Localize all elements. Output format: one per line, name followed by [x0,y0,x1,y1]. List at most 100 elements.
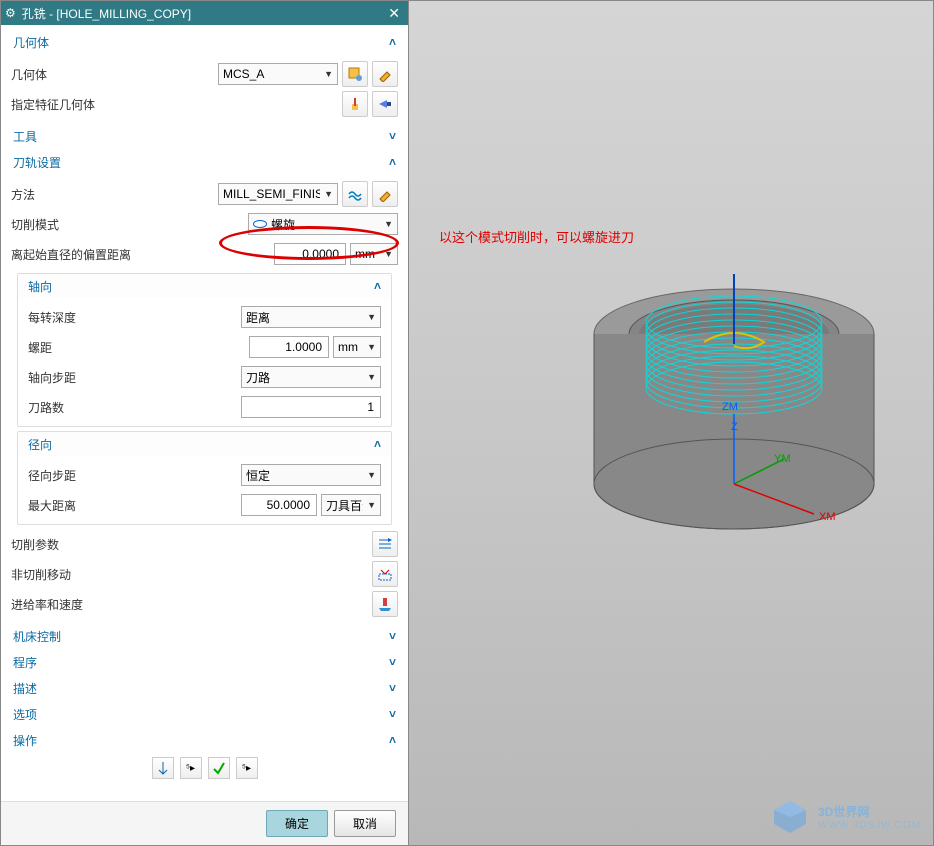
max-dist-input[interactable] [241,494,317,516]
watermark: 3D世界网 WWW.3DSJW.COM [770,797,921,837]
content-area: 几何体 ˄ 几何体 MCS_A ▼ 指定特征几何体 工具 ˅ [1,25,408,801]
pitch-label: 螺距 [28,339,245,356]
chevron-down-icon: ˅ [389,707,396,721]
method-wrench-icon[interactable] [372,181,398,207]
method-edit-icon[interactable] [342,181,368,207]
section-tool-header[interactable]: 工具 ˅ [1,123,408,149]
chevron-down-icon: ▼ [324,189,333,199]
section-actions-header[interactable]: 操作 ˄ [1,727,408,753]
axial-step-dropdown[interactable]: 刀路 ▼ [241,366,381,388]
axis-zm: ZM [722,401,738,413]
chevron-down-icon: ˅ [389,681,396,695]
chevron-down-icon: ▼ [384,219,393,229]
chevron-up-icon: ˄ [374,279,381,293]
chevron-down-icon: ▼ [324,69,333,79]
offset-unit-dropdown[interactable]: mm ▼ [350,243,398,265]
cut-params-label: 切削参数 [11,536,368,553]
watermark-text: 3D世界网 [818,805,869,819]
axial-step-label: 轴向步距 [28,369,237,386]
axis-z: Z [731,421,738,433]
watermark-logo-icon [770,797,810,837]
section-path-body: 方法 MILL_SEMI_FINISH ▼ 切削模式 螺旋 ▼ 离起始直径的偏置… [1,175,408,623]
chevron-down-icon: ▼ [367,470,376,480]
replay-icon[interactable]: ⁵▸ [180,757,202,779]
cutmode-dropdown[interactable]: 螺旋 ▼ [248,213,398,235]
radial-title: 径向 [28,436,374,453]
per-rev-dropdown[interactable]: 距离 ▼ [241,306,381,328]
select-feature-icon[interactable] [342,91,368,117]
noncut-button[interactable] [372,561,398,587]
spiral-icon [253,220,267,228]
geometry-dropdown[interactable]: MCS_A ▼ [218,63,338,85]
feedspeed-label: 进给率和速度 [11,596,368,613]
chevron-down-icon: ˅ [389,655,396,669]
axial-subsection: 轴向 ˄ 每转深度 距离 ▼ 螺距 mm [17,273,392,427]
section-path-title: 刀轨设置 [13,154,389,171]
axis-xm: XM [819,511,836,523]
cancel-button[interactable]: 取消 [334,810,396,837]
3d-viewport[interactable]: 以这个模式切削时，可以螺旋进刀 ZM Z YM XM 3D世界网 WWW.3DS… [409,0,934,846]
section-actions-title: 操作 [13,732,389,749]
section-options-title: 选项 [13,706,389,723]
window-title: 孔铣 - [HOLE_MILLING_COPY] [22,5,385,22]
axis-ym: YM [774,453,791,465]
cut-params-button[interactable] [372,531,398,557]
chevron-down-icon: ▼ [384,249,393,259]
chevron-up-icon: ˄ [374,437,381,451]
method-dropdown[interactable]: MILL_SEMI_FINISH ▼ [218,183,338,205]
chevron-up-icon: ˄ [389,155,396,169]
section-options-header[interactable]: 选项 ˅ [1,701,408,727]
chevron-down-icon: ˅ [389,629,396,643]
passes-input[interactable] [241,396,381,418]
close-icon[interactable]: ✕ [384,5,404,22]
button-row: 确定 取消 [1,801,408,845]
offset-input[interactable] [274,243,346,265]
section-geometry-title: 几何体 [13,34,389,51]
section-description-header[interactable]: 描述 ˅ [1,675,408,701]
ok-button[interactable]: 确定 [266,810,328,837]
cutmode-label: 切削模式 [11,216,244,233]
verify-icon[interactable] [208,757,230,779]
dialog-panel: ⚙ 孔铣 - [HOLE_MILLING_COPY] ✕ 几何体 ˄ 几何体 M… [0,0,409,846]
annotation-text: 以这个模式切削时，可以螺旋进刀 [439,227,634,246]
radial-step-label: 径向步距 [28,467,237,484]
per-rev-label: 每转深度 [28,309,237,326]
section-program-header[interactable]: 程序 ˅ [1,649,408,675]
flashlight-icon[interactable] [372,91,398,117]
list-icon[interactable]: ⁵▸ [236,757,258,779]
max-dist-label: 最大距离 [28,497,237,514]
chevron-down-icon: ▼ [367,342,376,352]
axial-header[interactable]: 轴向 ˄ [18,274,391,298]
section-description-title: 描述 [13,680,389,697]
section-tool-title: 工具 [13,128,389,145]
section-machine-header[interactable]: 机床控制 ˅ [1,623,408,649]
action-icons-row: ⁵▸ ⁵▸ [1,753,408,783]
axial-title: 轴向 [28,278,374,295]
max-dist-unit-dropdown[interactable]: 刀具百分 ▼ [321,494,381,516]
section-machine-title: 机床控制 [13,628,389,645]
radial-header[interactable]: 径向 ˄ [18,432,391,456]
chevron-down-icon: ▼ [367,312,376,322]
section-geometry-header[interactable]: 几何体 ˄ [1,29,408,55]
section-path-header[interactable]: 刀轨设置 ˄ [1,149,408,175]
chevron-down-icon: ▼ [367,372,376,382]
section-program-title: 程序 [13,654,389,671]
feedspeed-button[interactable] [372,591,398,617]
noncut-label: 非切削移动 [11,566,368,583]
chevron-down-icon: ˅ [389,129,396,143]
passes-label: 刀路数 [28,399,237,416]
pitch-unit-dropdown[interactable]: mm ▼ [333,336,381,358]
pitch-input[interactable] [249,336,329,358]
method-label: 方法 [11,186,214,203]
titlebar: ⚙ 孔铣 - [HOLE_MILLING_COPY] ✕ [1,1,408,25]
feature-geometry-label: 指定特征几何体 [11,96,338,113]
edit-geometry-icon[interactable] [342,61,368,87]
wrench-icon[interactable] [372,61,398,87]
chevron-down-icon: ▼ [367,500,376,510]
generate-icon[interactable] [152,757,174,779]
radial-subsection: 径向 ˄ 径向步距 恒定 ▼ 最大距离 刀 [17,431,392,525]
offset-label: 离起始直径的偏置距离 [11,246,270,263]
radial-step-dropdown[interactable]: 恒定 ▼ [241,464,381,486]
chevron-up-icon: ˄ [389,733,396,747]
chevron-up-icon: ˄ [389,35,396,49]
